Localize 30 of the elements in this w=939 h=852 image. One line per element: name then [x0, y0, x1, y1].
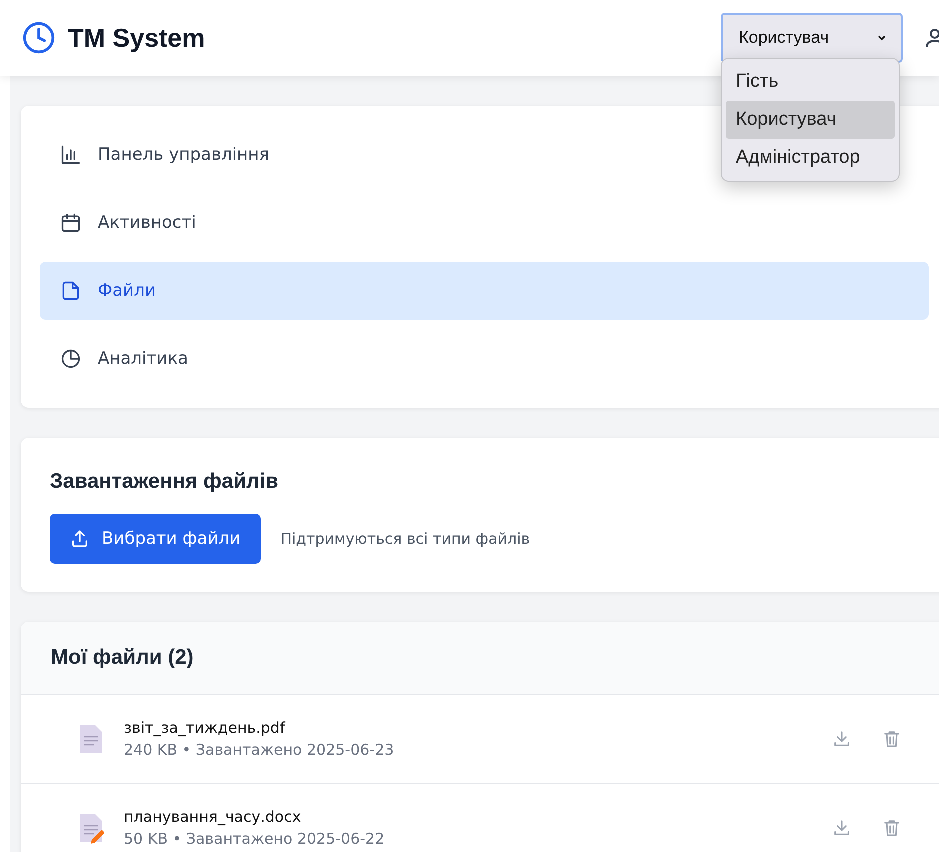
document-pencil-icon [78, 812, 104, 844]
choose-files-button[interactable]: Вибрати файли [50, 514, 261, 564]
download-icon[interactable] [832, 818, 852, 838]
download-icon[interactable] [832, 729, 852, 749]
chevron-down-icon [877, 33, 887, 43]
section-title: Завантаження файлів [50, 470, 280, 494]
role-select[interactable]: Користувач [721, 13, 903, 63]
nav-item[interactable]: Аналітика [40, 330, 208, 388]
calendar-icon [60, 212, 82, 234]
bar-chart-icon [60, 144, 82, 166]
section-title: Мої файли (2) [51, 646, 195, 670]
file-icon [60, 280, 82, 302]
document-icon [78, 723, 104, 755]
trash-icon[interactable] [882, 818, 902, 838]
file-meta: 50 KB • Завантажено 2025-06-22 [124, 830, 386, 848]
app-title: TM System [68, 22, 206, 54]
trash-icon[interactable] [882, 729, 902, 749]
nav-item[interactable]: Панель управління [40, 126, 290, 184]
menu-option[interactable]: Адміністратор [726, 139, 895, 177]
nav-item[interactable]: Активності [40, 194, 216, 252]
file-name: звіт_за_тиждень.pdf [124, 719, 286, 737]
file-meta: 240 KB • Завантажено 2025-06-23 [124, 741, 396, 759]
upload-icon [70, 529, 90, 549]
menu-option[interactable]: Гість [726, 63, 895, 101]
clock-icon [22, 21, 56, 55]
nav-item[interactable]: Файли [40, 262, 929, 320]
menu-option[interactable]: Користувач [726, 101, 895, 139]
file-name: планування_часу.docx [124, 808, 302, 826]
pie-chart-icon [60, 348, 82, 370]
hint-text: Підтримуються всі типи файлів [280, 530, 530, 548]
